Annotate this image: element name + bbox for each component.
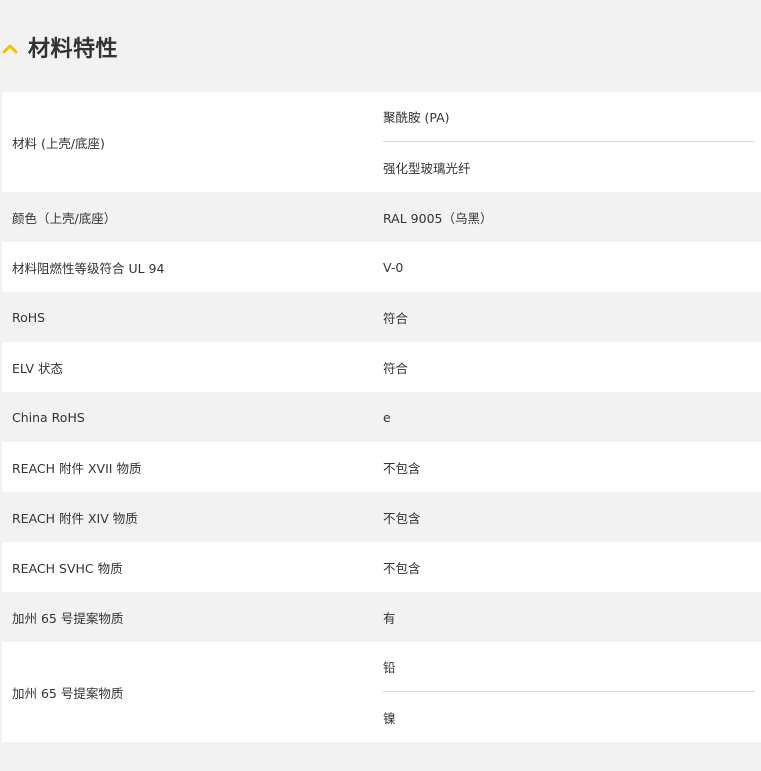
table-row: 加州 65 号提案物质铅镍 <box>2 642 761 742</box>
property-name: REACH SVHC 物质 <box>12 560 123 576</box>
material-properties-table: 材料 (上壳/底座) 聚酰胺 (PA) 强化型玻璃光纤颜色（上壳/底座） RAL 90… <box>2 92 761 742</box>
property-value: V-0 <box>383 259 404 275</box>
table-row: REACH 附件 XVII 物质 不包含 <box>2 442 761 492</box>
property-value: 铅 <box>383 642 755 692</box>
property-value: 不包含 <box>383 510 421 526</box>
property-values: 有 <box>383 592 761 642</box>
property-value: RAL 9005（乌黑） <box>383 210 493 226</box>
property-values: 铅镍 <box>383 642 761 742</box>
property-value: e <box>383 409 391 425</box>
table-row: 加州 65 号提案物质 有 <box>2 592 761 642</box>
property-values: 不包含 <box>383 442 761 492</box>
table-row: REACH SVHC 物质 不包含 <box>2 542 761 592</box>
property-values: V-0 <box>383 242 761 292</box>
property-name: China RoHS <box>12 409 85 425</box>
table-row: 颜色（上壳/底座） RAL 9005（乌黑） <box>2 192 761 242</box>
table-row: RoHS 符合 <box>2 292 761 342</box>
property-name: RoHS <box>12 309 46 325</box>
property-values: 不包含 <box>383 542 761 592</box>
property-name: REACH 附件 XVII 物质 <box>12 460 142 476</box>
table-row: 材料 (上壳/底座) 聚酰胺 (PA) 强化型玻璃光纤 <box>2 92 761 192</box>
property-name: 材料阻燃性等级符合 UL 94 <box>12 260 165 276</box>
property-name: 颜色（上壳/底座） <box>12 210 117 226</box>
property-value: 有 <box>383 610 396 626</box>
property-value: 符合 <box>383 360 409 376</box>
property-value: 不包含 <box>383 560 421 576</box>
table-row: China RoHS e <box>2 392 761 442</box>
property-value: 强化型玻璃光纤 <box>383 160 471 176</box>
property-name: 加州 65 号提案物质 <box>12 685 124 701</box>
table-row: ELV 状态 符合 <box>2 342 761 392</box>
property-value: 镍 <box>383 710 396 726</box>
property-name: 材料 (上壳/底座) <box>12 135 105 151</box>
property-value: 聚酰胺 (PA) <box>383 92 755 142</box>
table-row: REACH 附件 XIV 物质 不包含 <box>2 492 761 542</box>
property-values: 聚酰胺 (PA) 强化型玻璃光纤 <box>383 92 761 192</box>
property-value: 符合 <box>383 310 409 326</box>
property-name: ELV 状态 <box>12 360 64 376</box>
property-values: 符合 <box>383 342 761 392</box>
section-title: 材料特性 <box>28 37 119 62</box>
table-row: 材料阻燃性等级符合 UL 94 V-0 <box>2 242 761 292</box>
property-values: 符合 <box>383 292 761 342</box>
property-value: 不包含 <box>383 460 421 476</box>
property-name: 加州 65 号提案物质 <box>12 610 124 626</box>
property-values: RAL 9005（乌黑） <box>383 192 761 242</box>
section-header: 材料特性 <box>0 0 761 92</box>
property-values: 不包含 <box>383 492 761 542</box>
property-name: REACH 附件 XIV 物质 <box>12 510 138 526</box>
chevron-up-icon[interactable] <box>2 40 18 54</box>
property-values: e <box>383 392 761 442</box>
